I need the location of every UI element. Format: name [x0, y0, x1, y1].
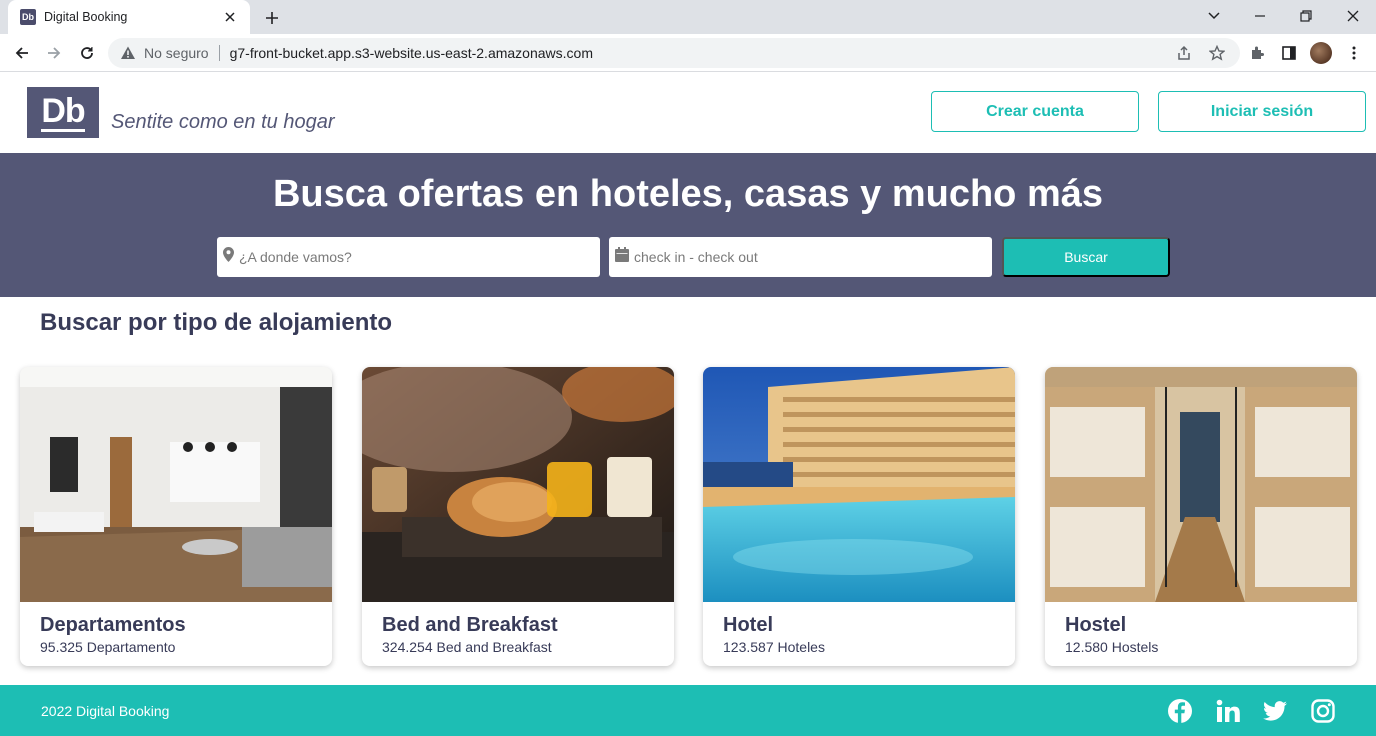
- destination-input[interactable]: ¿A donde vamos?: [217, 237, 600, 277]
- facebook-icon[interactable]: [1167, 698, 1193, 724]
- site-header: Db Sentite como en tu hogar Crear cuenta…: [0, 73, 1376, 153]
- instagram-icon[interactable]: [1310, 698, 1336, 724]
- site-logo[interactable]: Db: [27, 87, 99, 138]
- omnibox-divider: [218, 45, 220, 61]
- category-card-departamentos[interactable]: Departamentos 95.325 Departamento: [20, 367, 332, 666]
- card-name: Hotel: [723, 614, 773, 636]
- card-name: Bed and Breakfast: [382, 614, 558, 636]
- card-count: 123.587 Hoteles: [723, 639, 825, 655]
- restore-icon[interactable]: [1294, 4, 1318, 28]
- share-icon[interactable]: [1172, 41, 1196, 65]
- warning-icon[interactable]: [120, 45, 136, 61]
- back-icon[interactable]: [10, 41, 34, 65]
- card-name: Departamentos: [40, 614, 186, 636]
- browser-tab-strip: Db Digital Booking: [0, 0, 1376, 34]
- tab-close-icon[interactable]: [222, 9, 238, 25]
- breakfast-image: [362, 367, 674, 602]
- footer-copyright: 2022 Digital Booking: [41, 703, 170, 719]
- category-card-hotel[interactable]: Hotel 123.587 Hoteles: [703, 367, 1015, 666]
- bookmark-star-icon[interactable]: [1205, 41, 1229, 65]
- logo-text: Db: [41, 91, 86, 132]
- profile-avatar[interactable]: [1309, 41, 1333, 65]
- location-pin-icon: [223, 247, 234, 267]
- dates-placeholder: check in - check out: [634, 249, 758, 265]
- tab-favicon: Db: [20, 9, 36, 25]
- tab-title: Digital Booking: [44, 10, 128, 24]
- new-tab-icon[interactable]: [262, 8, 282, 28]
- card-count: 324.254 Bed and Breakfast: [382, 639, 552, 655]
- forward-icon[interactable]: [42, 41, 66, 65]
- login-button[interactable]: Iniciar sesión: [1158, 91, 1366, 132]
- hotel-image: [703, 367, 1015, 602]
- destination-placeholder: ¿A donde vamos?: [239, 249, 352, 265]
- apartment-image: [20, 367, 332, 602]
- extensions-icon[interactable]: [1245, 41, 1269, 65]
- calendar-icon: [615, 247, 629, 267]
- card-count: 95.325 Departamento: [40, 639, 176, 655]
- twitter-icon[interactable]: [1262, 698, 1288, 724]
- categories-title: Buscar por tipo de alojamiento: [40, 309, 393, 336]
- dates-input[interactable]: check in - check out: [609, 237, 992, 277]
- close-window-icon[interactable]: [1341, 4, 1365, 28]
- search-button[interactable]: Buscar: [1002, 237, 1170, 277]
- hero-title: Busca ofertas en hoteles, casas y mucho …: [272, 173, 1104, 215]
- browser-tab[interactable]: Db Digital Booking: [8, 0, 250, 34]
- category-card-hostel[interactable]: Hostel 12.580 Hostels: [1045, 367, 1357, 666]
- create-account-button[interactable]: Crear cuenta: [931, 91, 1139, 132]
- category-card-bed-and-breakfast[interactable]: Bed and Breakfast 324.254 Bed and Breakf…: [362, 367, 674, 666]
- address-bar[interactable]: No seguro g7-front-bucket.app.s3-website…: [108, 38, 1240, 68]
- search-hero: Busca ofertas en hoteles, casas y mucho …: [0, 153, 1376, 297]
- browser-toolbar: No seguro g7-front-bucket.app.s3-website…: [0, 34, 1376, 72]
- linkedin-icon[interactable]: [1215, 698, 1241, 724]
- security-label[interactable]: No seguro: [144, 45, 209, 61]
- minimize-icon[interactable]: [1248, 4, 1272, 28]
- url-text[interactable]: g7-front-bucket.app.s3-website.us-east-2…: [230, 45, 593, 61]
- browser-menu-icon[interactable]: [1342, 41, 1366, 65]
- site-slogan: Sentite como en tu hogar: [111, 111, 335, 133]
- reload-icon[interactable]: [75, 41, 99, 65]
- card-count: 12.580 Hostels: [1065, 639, 1159, 655]
- side-panel-icon[interactable]: [1277, 41, 1301, 65]
- hostel-image: [1045, 367, 1357, 602]
- card-name: Hostel: [1065, 614, 1127, 636]
- site-footer: 2022 Digital Booking: [0, 685, 1376, 736]
- tab-search-icon[interactable]: [1202, 4, 1226, 28]
